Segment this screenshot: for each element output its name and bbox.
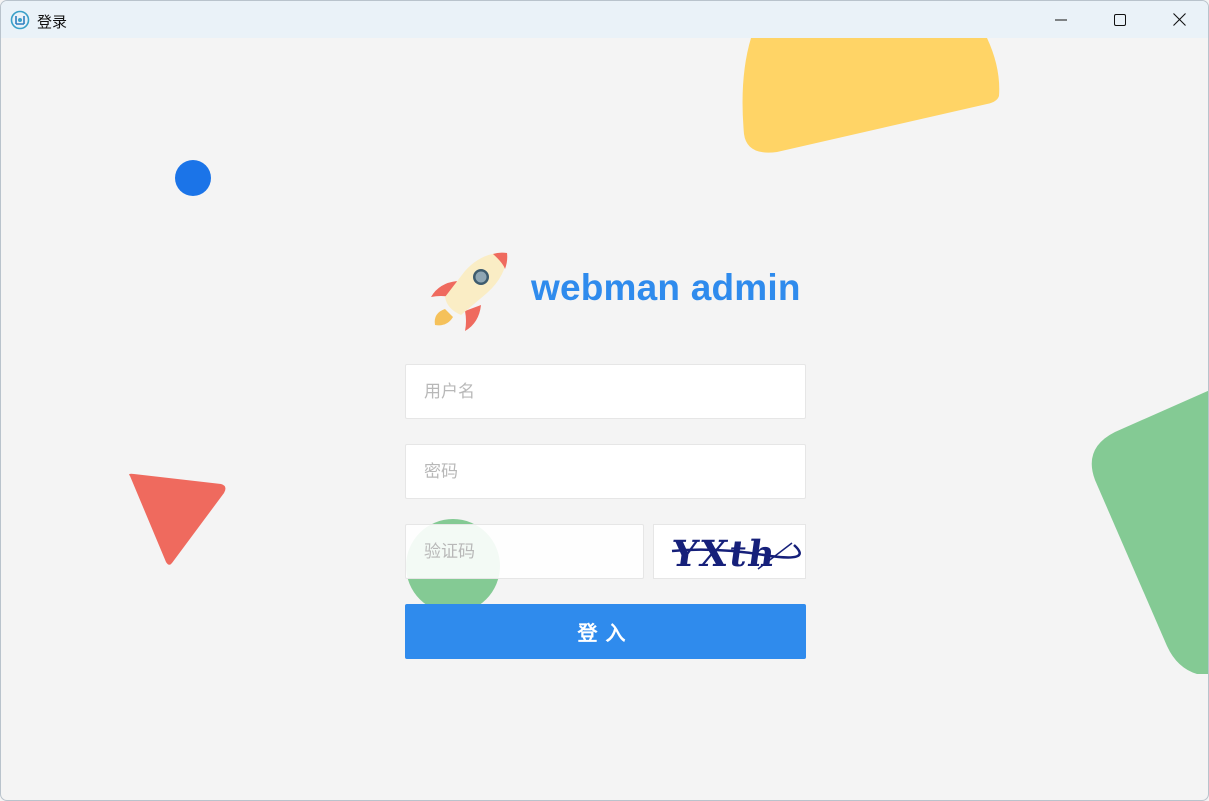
password-input[interactable]: [406, 445, 805, 498]
brand-title: webman admin: [531, 267, 801, 308]
red-triangle-shape: [129, 473, 226, 565]
minimize-button[interactable]: [1035, 1, 1087, 38]
close-button[interactable]: [1153, 1, 1205, 38]
password-field-container: [405, 444, 806, 499]
maximize-button[interactable]: [1094, 1, 1146, 38]
captcha-image[interactable]: YXth: [653, 524, 806, 579]
rocket-icon: [431, 252, 508, 331]
app-logo-icon: [10, 10, 30, 30]
minimize-icon: [1055, 19, 1067, 20]
username-field-container: [405, 364, 806, 419]
maximize-icon: [1114, 13, 1126, 26]
brand-header: webman admin: [425, 249, 825, 339]
username-input[interactable]: [406, 365, 805, 418]
blue-dot-shape: [175, 160, 211, 196]
window-title: 登录: [37, 14, 68, 31]
login-window: 登录 webman admin 用户名 验证码 YXth 登入: [0, 0, 1209, 801]
captcha-image-graphic: YXth: [668, 532, 801, 575]
login-page: webman admin YXth 登入: [1, 38, 1208, 800]
title-bar[interactable]: 登录: [1, 1, 1208, 38]
close-icon: [1172, 13, 1186, 26]
yellow-blob-shape: [742, 38, 1000, 153]
login-button[interactable]: 登入: [405, 604, 806, 659]
captcha-field-container: [405, 524, 644, 579]
green-blob-shape: [1091, 390, 1208, 674]
captcha-input[interactable]: [406, 525, 643, 578]
